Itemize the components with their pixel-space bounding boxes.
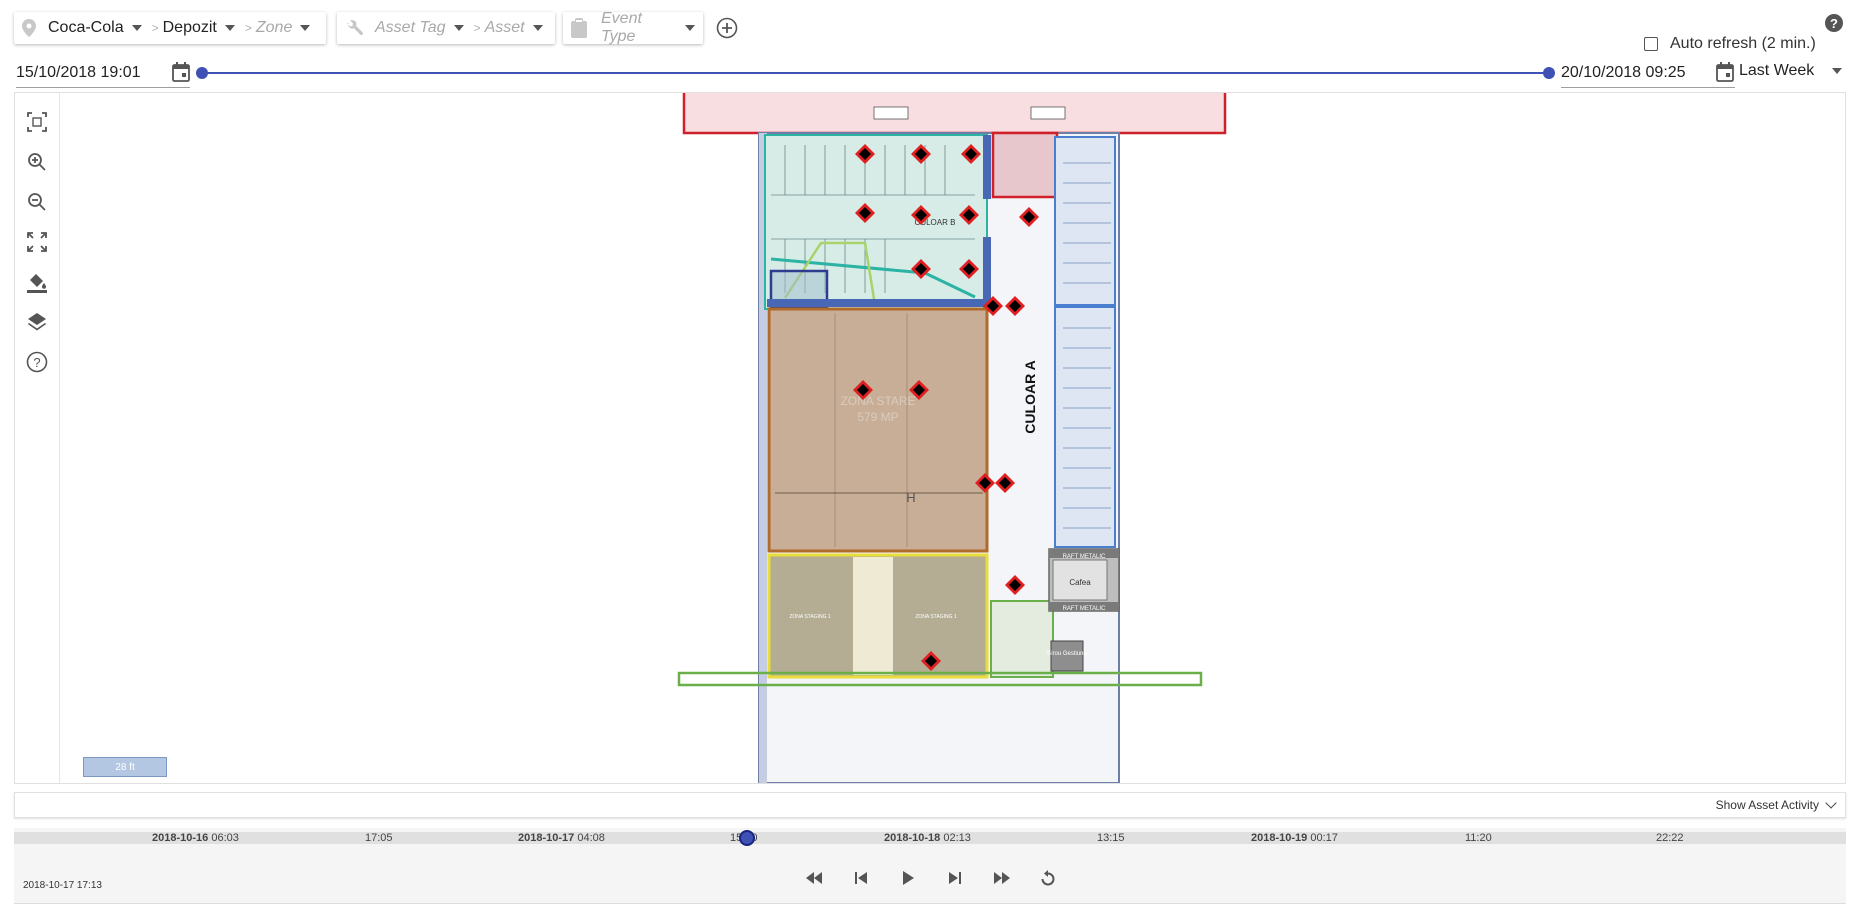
client-dropdown-icon[interactable] [131, 25, 142, 31]
asset-marker[interactable] [983, 296, 1003, 316]
asset-marker[interactable] [975, 473, 995, 493]
help-circle-icon[interactable]: ? [1824, 13, 1844, 33]
replay-icon[interactable] [1034, 864, 1062, 892]
asset-tag-select[interactable]: Asset Tag [375, 19, 446, 37]
asset-marker[interactable] [855, 144, 875, 164]
date-range-slider[interactable] [202, 72, 1550, 74]
asset-marker[interactable] [909, 380, 929, 400]
rewind-icon[interactable] [800, 864, 828, 892]
end-date-value[interactable]: 20/10/2018 09:25 [1561, 64, 1686, 82]
client-select[interactable]: Coca-Cola [48, 19, 124, 37]
end-calendar-icon[interactable] [1716, 62, 1734, 87]
end-date-field[interactable]: 20/10/2018 09:25 [1561, 58, 1735, 88]
timeline-tick-label: 17:05 [365, 832, 393, 844]
separator-icon: > [473, 21, 481, 35]
asset-filter[interactable]: Asset Tag > Asset [337, 12, 555, 44]
event-type-filter[interactable]: Event Type [563, 10, 703, 46]
scale-indicator: 28 ft [83, 757, 167, 777]
zone-select[interactable]: Zone [256, 19, 292, 37]
event-type-select[interactable]: Event Type [601, 10, 677, 46]
asset-dropdown-icon[interactable] [532, 25, 543, 31]
skip-previous-icon[interactable] [847, 864, 875, 892]
asset-marker[interactable] [911, 205, 931, 225]
asset-marker[interactable] [959, 259, 979, 279]
range-end-handle[interactable] [1543, 67, 1555, 79]
asset-marker[interactable] [959, 205, 979, 225]
preset-dropdown-icon[interactable] [1832, 68, 1843, 74]
asset-marker[interactable] [1019, 207, 1039, 227]
asset-tag-dropdown-icon[interactable] [453, 25, 464, 31]
timeline-player: 2018-10-16 06:0317:052018-10-17 04:0815:… [14, 828, 1846, 904]
start-calendar-icon[interactable] [172, 62, 190, 87]
zone-dropdown-icon[interactable] [300, 25, 311, 31]
timeline-tick-label: 2018-10-16 06:03 [152, 832, 239, 844]
start-date-field[interactable]: 15/10/2018 19:01 [16, 58, 190, 88]
timeline-tick-label: 11:20 [1465, 832, 1492, 844]
asset-marker[interactable] [911, 144, 931, 164]
chevron-down-icon[interactable] [1825, 797, 1837, 809]
timeline-tick-label: 2018-10-17 04:08 [518, 832, 605, 844]
svg-text:?: ? [1830, 16, 1838, 31]
asset-marker[interactable] [921, 651, 941, 671]
asset-marker[interactable] [911, 259, 931, 279]
asset-marker[interactable] [961, 144, 981, 164]
timeline-tick-label: 22:22 [1656, 832, 1684, 844]
wrench-icon [345, 18, 365, 38]
fast-forward-icon[interactable] [988, 864, 1016, 892]
separator-icon: > [244, 21, 252, 35]
timeline-tick-label: 2018-10-19 00:17 [1251, 832, 1338, 844]
asset-select[interactable]: Asset [485, 19, 525, 37]
range-preset-select[interactable]: Last Week [1739, 62, 1843, 80]
clipboard-icon [571, 18, 587, 38]
event-type-dropdown-icon[interactable] [685, 25, 695, 31]
asset-marker[interactable] [855, 203, 875, 223]
range-start-handle[interactable] [196, 67, 208, 79]
skip-next-icon[interactable] [941, 864, 969, 892]
floor-plan-map[interactable]: ? CULOAR A CULOAR B ZONA STARE 579 MP H … [14, 92, 1846, 784]
asset-activity-label[interactable]: Show Asset Activity [1716, 798, 1819, 812]
location-pin-icon [22, 19, 36, 37]
asset-marker[interactable] [853, 380, 873, 400]
location-filter[interactable]: Coca-Cola > Depozit > Zone [14, 12, 326, 44]
asset-marker[interactable] [995, 473, 1015, 493]
range-preset-value[interactable]: Last Week [1739, 62, 1814, 80]
current-timestamp: 2018-10-17 17:13 [23, 880, 102, 891]
play-icon[interactable] [894, 864, 922, 892]
add-filter-icon[interactable] [716, 17, 738, 39]
asset-activity-toggle[interactable]: Show Asset Activity [14, 792, 1846, 818]
auto-refresh-checkbox[interactable] [1644, 37, 1658, 51]
site-select[interactable]: Depozit [163, 19, 217, 37]
site-dropdown-icon[interactable] [224, 25, 235, 31]
marker-layer [15, 93, 1845, 783]
timeline-tick-label: 2018-10-18 02:13 [884, 832, 971, 844]
timeline-tick-label: 13:15 [1097, 832, 1125, 844]
separator-icon: > [151, 21, 159, 35]
timeline-playhead[interactable] [738, 830, 755, 846]
auto-refresh-label: Auto refresh (2 min.) [1670, 35, 1816, 52]
scale-value: 28 ft [115, 761, 135, 773]
auto-refresh-toggle[interactable]: Auto refresh (2 min.) [1644, 35, 1816, 53]
asset-marker[interactable] [1005, 296, 1025, 316]
asset-marker[interactable] [1005, 575, 1025, 595]
start-date-value[interactable]: 15/10/2018 19:01 [16, 64, 141, 82]
